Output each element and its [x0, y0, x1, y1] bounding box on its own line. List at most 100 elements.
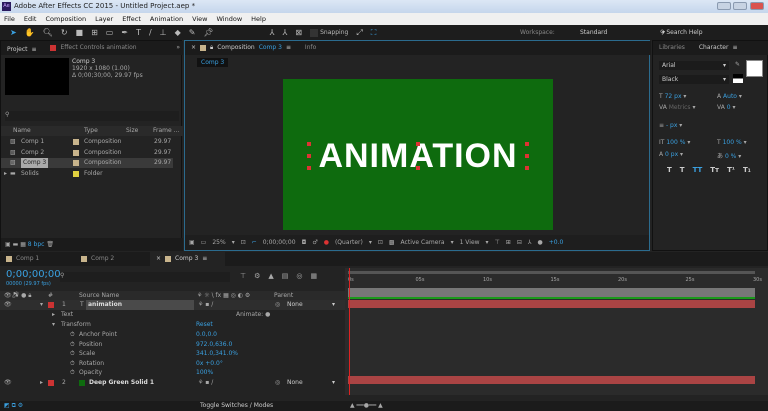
property-row[interactable]: ⏱︎ Rotation 0x +0.0°	[0, 359, 345, 369]
baseline-shift-value[interactable]: 0 px	[665, 151, 678, 158]
rotate-tool-icon[interactable]: ↻	[61, 28, 68, 37]
tab-composition[interactable]: × 🔒︎ Composition Comp 3 ≡	[185, 41, 297, 55]
layer-2-bar[interactable]	[348, 376, 755, 384]
project-item[interactable]: ▸ ▬ Solids Folder	[1, 169, 173, 179]
tab-libraries[interactable]: Libraries	[653, 41, 691, 55]
tab-info[interactable]: Info	[299, 41, 322, 55]
text-style-button[interactable]: T	[667, 166, 672, 174]
channel-icon[interactable]: ●	[324, 235, 329, 250]
comp-mini-flowchart-icon[interactable]: ⊤	[240, 272, 246, 280]
property-value[interactable]: 0x +0.0°	[196, 359, 223, 369]
close-button[interactable]	[750, 2, 764, 10]
parent-select[interactable]: None ▾	[287, 300, 335, 310]
zoom-out-icon[interactable]: ▲ ━━●━━ ▲	[350, 401, 383, 411]
snap-grid-icon[interactable]: ⛶	[371, 28, 377, 38]
tab-project[interactable]: Project ≡	[1, 43, 43, 57]
property-row[interactable]: ⏱︎ Position 972.0,636.0	[0, 340, 345, 350]
layer-name[interactable]: animation	[86, 300, 194, 310]
animate-button[interactable]: Animate: ●	[236, 310, 270, 320]
source-name-header[interactable]: Source Name	[79, 291, 119, 300]
text-style-button[interactable]: T¹	[727, 166, 735, 174]
stroke-width-value[interactable]: - px	[666, 122, 677, 129]
minimize-button[interactable]	[717, 2, 731, 10]
graph-editor-icon[interactable]: ▦	[311, 272, 318, 280]
visibility-icon[interactable]: 👁︎	[4, 378, 12, 388]
tab-comp-2[interactable]: Comp 2	[75, 252, 150, 266]
transparency-grid-icon[interactable]: ▩	[389, 235, 395, 250]
col-frame[interactable]: Frame ...	[153, 126, 179, 136]
monitor-icon[interactable]: ▭	[201, 235, 207, 250]
text-style-button[interactable]: T₁	[743, 166, 751, 174]
timeline-search-input[interactable]: ⚲	[60, 272, 230, 282]
snapping-checkbox[interactable]	[310, 28, 319, 37]
always-preview-icon[interactable]: ▣	[189, 235, 195, 250]
text-group[interactable]: Text	[61, 310, 73, 320]
col-size[interactable]: Size	[126, 126, 138, 136]
region-icon[interactable]: ⊡	[378, 235, 383, 250]
eyedropper-icon[interactable]: ✎	[735, 61, 740, 68]
label-color[interactable]	[48, 380, 54, 386]
search-help[interactable]: ⚲ Search Help	[660, 29, 703, 36]
stopwatch-icon[interactable]: ⏱︎	[70, 349, 75, 359]
expand-layer-switches-icon[interactable]: ◩ ⧉ ⚙	[4, 401, 23, 411]
menu-animation[interactable]: Animation	[150, 13, 183, 25]
project-item[interactable]: ▧ Comp 1 Composition 29.97	[1, 137, 173, 147]
stopwatch-icon[interactable]: ⏱︎	[70, 368, 75, 378]
font-size-value[interactable]: 72 px	[665, 93, 682, 100]
project-item[interactable]: ▧ Comp 2 Composition 29.97	[1, 148, 173, 158]
eraser-tool-icon[interactable]: ◆	[175, 28, 181, 37]
puppet-pin-tool-icon[interactable]: 📌︎	[203, 28, 213, 37]
clone-stamp-tool-icon[interactable]: ⊥	[160, 28, 167, 37]
stopwatch-icon[interactable]: ⏱︎	[70, 340, 75, 350]
layer-row[interactable]: 👁︎ ▸ 2 Deep Green Solid 1 ⚘ ▪ / ◎ None ▾	[0, 378, 345, 388]
transform-group[interactable]: Transform	[61, 320, 91, 330]
fit-icon[interactable]: ⊡	[241, 235, 246, 250]
toggle-switches-modes-button[interactable]: Toggle Switches / Modes	[200, 401, 273, 411]
stopwatch-icon[interactable]: ⏱︎	[70, 359, 75, 369]
tab-comp-3[interactable]: × Comp 3 ≡	[150, 252, 225, 266]
axis-icon[interactable]: ⅄	[270, 28, 275, 37]
text-style-button[interactable]: TT	[693, 166, 703, 174]
tsume-value[interactable]: 0 %	[725, 153, 736, 160]
world-axis-icon[interactable]: ⅄	[283, 28, 288, 37]
comp-viewer[interactable]: ANIMATION	[185, 68, 649, 234]
menu-edit[interactable]: Edit	[24, 13, 37, 25]
parent-pick-whip-icon[interactable]: ◎	[275, 378, 280, 388]
project-item[interactable]: ▧ Comp 3 Composition 29.97	[1, 158, 173, 168]
draft-3d-icon[interactable]: ⚙	[254, 272, 260, 280]
label-color[interactable]	[48, 302, 54, 308]
kerning-value[interactable]: Metrics	[669, 104, 691, 111]
menu-view[interactable]: View	[192, 13, 207, 25]
property-group[interactable]: ▾ Transform Reset	[0, 320, 345, 330]
mask-icon[interactable]: ⌐	[252, 235, 257, 250]
workspace-select[interactable]: Standard ▾	[580, 29, 670, 36]
menu-layer[interactable]: Layer	[95, 13, 113, 25]
trash-icon[interactable]: 🗑︎	[46, 241, 54, 248]
zoom-select[interactable]: 25%	[212, 235, 225, 250]
panel-overflow-icon[interactable]: »	[176, 44, 180, 51]
frame-blend-icon[interactable]: ▤	[282, 272, 289, 280]
snapshot-icon[interactable]: ◘	[302, 235, 307, 250]
new-comp-icon[interactable]: ▦	[20, 241, 26, 248]
work-area-navigator[interactable]	[348, 271, 755, 274]
tracking-value[interactable]: 0	[727, 104, 731, 111]
layer-switches[interactable]: ⚘ ▪ /	[198, 378, 213, 388]
comp-breadcrumb[interactable]: Comp 3	[197, 58, 229, 67]
view-axis-icon[interactable]: ⊠	[295, 28, 302, 37]
shy-icon[interactable]: ▲	[268, 272, 273, 280]
playhead[interactable]	[349, 268, 350, 395]
horizontal-scale-value[interactable]: 100 %	[723, 139, 742, 146]
exposure-icon[interactable]: ●	[538, 235, 543, 250]
visibility-icon[interactable]: 👁︎	[4, 300, 12, 310]
bpc-button[interactable]: 8 bpc	[28, 241, 45, 248]
label-color[interactable]	[73, 139, 79, 145]
timeline-timecode[interactable]: 0;00;00;00	[6, 269, 61, 280]
layer-switches[interactable]: ⚘ ▪ /	[198, 300, 213, 310]
tab-character[interactable]: Character ≡	[693, 41, 744, 55]
vertical-scale-value[interactable]: 100 %	[666, 139, 685, 146]
zoom-tool-icon[interactable]: 🔍︎	[43, 28, 53, 37]
property-value[interactable]: 100%	[196, 368, 213, 378]
fill-color-swatch[interactable]	[746, 60, 763, 77]
layer-1-bar[interactable]	[348, 300, 755, 308]
menu-help[interactable]: Help	[251, 13, 266, 25]
